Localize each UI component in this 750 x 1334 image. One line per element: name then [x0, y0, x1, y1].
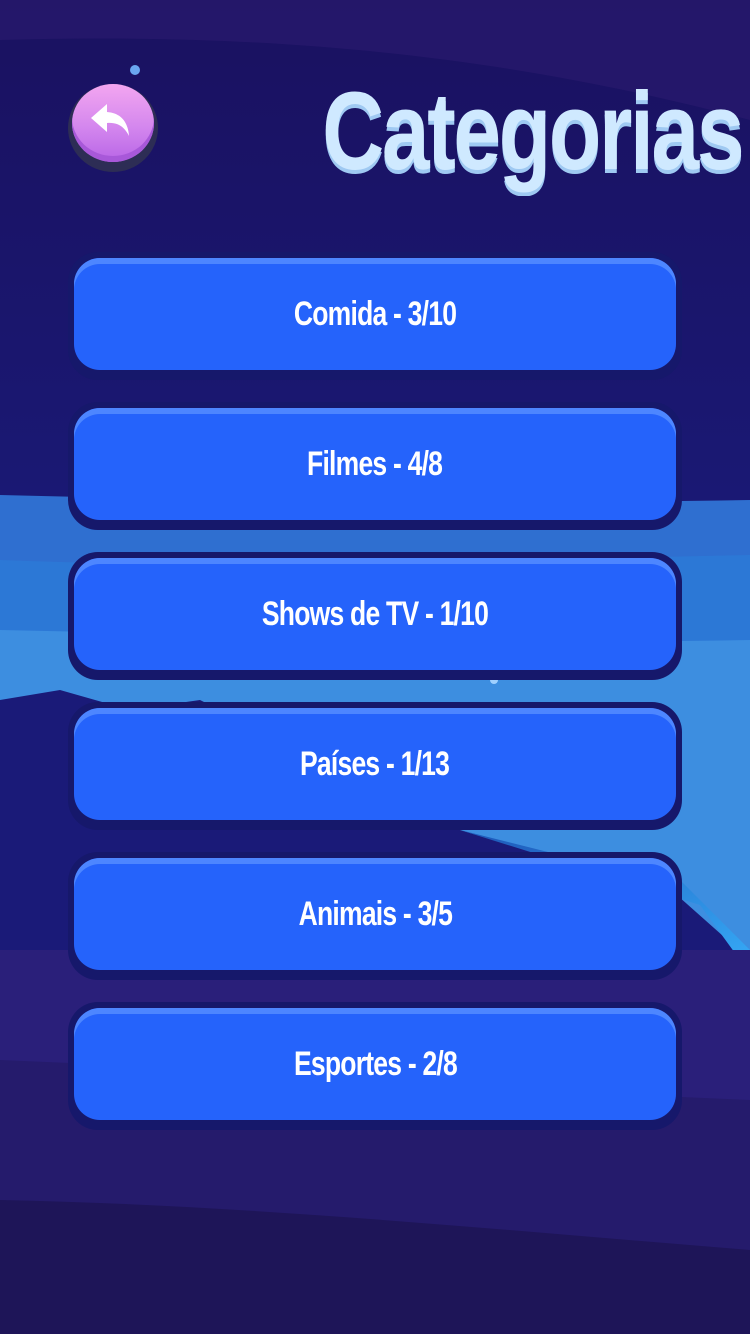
category-list: Comida - 3/10 Filmes - 4/8 Shows de TV -…	[68, 252, 682, 1152]
category-button-face: Países - 1/13	[74, 708, 676, 820]
category-button-face: Esportes - 2/8	[74, 1008, 676, 1120]
category-button-esportes[interactable]: Esportes - 2/8	[68, 1002, 682, 1130]
category-label: Shows de TV - 1/10	[261, 594, 489, 633]
category-label: Animais - 3/5	[298, 894, 452, 933]
category-button-comida[interactable]: Comida - 3/10	[68, 252, 682, 380]
page-title: Categorias	[322, 70, 744, 193]
category-label: Filmes - 4/8	[307, 444, 443, 483]
category-label: Países - 1/13	[300, 744, 450, 783]
category-button-face: Filmes - 4/8	[74, 408, 676, 520]
category-button-paises[interactable]: Países - 1/13	[68, 702, 682, 830]
category-label: Comida - 3/10	[293, 294, 457, 333]
category-label: Esportes - 2/8	[293, 1044, 457, 1083]
category-button-shows-de-tv[interactable]: Shows de TV - 1/10	[68, 552, 682, 680]
category-button-face: Animais - 3/5	[74, 858, 676, 970]
category-button-face: Shows de TV - 1/10	[74, 558, 676, 670]
back-button[interactable]	[68, 84, 158, 172]
category-button-face: Comida - 3/10	[74, 258, 676, 370]
category-button-filmes[interactable]: Filmes - 4/8	[68, 402, 682, 530]
category-button-animais[interactable]: Animais - 3/5	[68, 852, 682, 980]
undo-arrow-icon	[91, 104, 129, 136]
